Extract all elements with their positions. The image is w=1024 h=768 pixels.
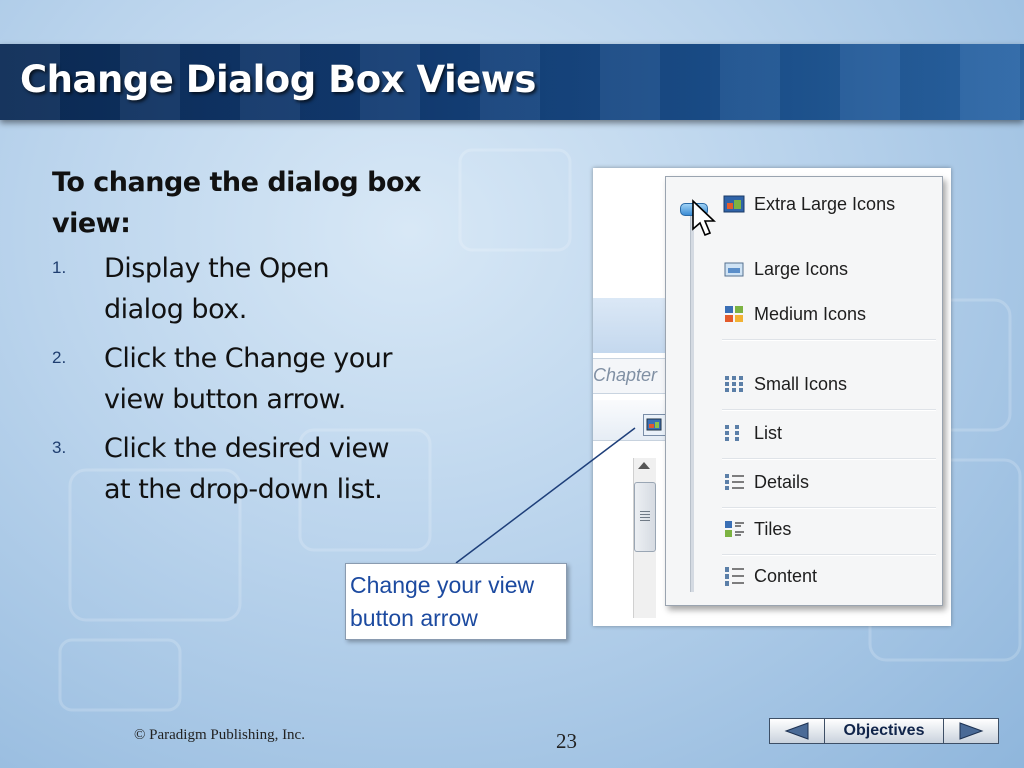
view-dropdown-menu: Extra Large Icons Large Icons Medium Ico… [665,176,943,606]
menu-item-tiles[interactable]: Tiles [722,514,791,544]
slide-title: Change Dialog Box Views [20,58,536,101]
menu-item-content[interactable]: Content [722,561,817,591]
change-view-icon [646,418,662,431]
copyright-text: © Paradigm Publishing, Inc. [134,727,305,743]
extra-large-icons-icon [722,193,746,215]
scroll-thumb[interactable] [634,482,656,552]
step-number: 3. [52,438,67,457]
next-slide-button[interactable] [943,718,999,744]
menu-separator [722,458,936,460]
step-number: 1. [52,258,67,277]
page-number: 23 [556,729,577,753]
list-view-icon [722,422,746,444]
step-text: Click the desired view at the drop-down … [104,433,390,505]
small-icons-icon [722,373,746,395]
callout-line-1: Change your view [350,572,535,598]
menu-item-label: Large Icons [754,258,849,279]
large-icons-icon [722,258,746,280]
callout-line-2: button arrow [350,605,478,631]
view-slider-track[interactable] [690,207,694,592]
menu-item-label: Small Icons [754,373,848,394]
dialog-screenshot: Chapter Extra Large Icons Large Icons Me… [593,168,951,626]
details-view-icon [722,471,746,493]
menu-item-large-icons[interactable]: Large Icons [722,254,848,284]
mouse-pointer-icon [692,199,716,237]
menu-item-label: Content [754,565,818,586]
menu-item-label: Medium Icons [754,303,867,324]
menu-item-label: List [754,422,783,443]
step-number: 2. [52,348,67,367]
step-text: Click the Change your view button arrow. [104,343,392,415]
menu-item-label: Details [754,471,810,492]
arrow-left-icon [784,722,809,740]
menu-item-list[interactable]: List [722,418,782,448]
instructions: To change the dialog box view: 1. Displa… [52,162,422,518]
step-text: Display the Open dialog box. [104,253,330,325]
menu-separator [722,507,936,509]
scroll-up-icon[interactable] [638,462,650,469]
dialog-header-strip [593,298,673,353]
previous-slide-button[interactable] [769,718,825,744]
change-view-button[interactable] [643,414,667,436]
content-view-icon [722,565,746,587]
address-text: Chapter [593,365,658,385]
menu-item-details[interactable]: Details [722,467,809,497]
menu-item-extra-large-icons[interactable]: Extra Large Icons [722,189,895,219]
menu-separator [722,409,936,411]
step-item: 1. Display the Open dialog box. [52,248,422,330]
instructions-intro: To change the dialog box view: [52,167,421,239]
step-item: 2. Click the Change your view button arr… [52,338,422,420]
steps-list: 1. Display the Open dialog box. 2. Click… [52,248,422,510]
menu-separator [722,554,936,556]
slide-navigation: Objectives [769,718,999,746]
step-item: 3. Click the desired view at the drop-do… [52,428,422,510]
tiles-view-icon [722,518,746,540]
menu-separator [722,339,936,341]
callout-box: Change your view button arrow [345,563,567,640]
title-bar: Change Dialog Box Views [0,44,1024,120]
objectives-button[interactable]: Objectives [825,718,943,744]
medium-icons-icon [722,303,746,325]
menu-item-medium-icons[interactable]: Medium Icons [722,299,866,329]
menu-item-label: Tiles [754,518,792,539]
menu-item-small-icons[interactable]: Small Icons [722,369,847,399]
menu-item-label: Extra Large Icons [754,193,896,214]
address-bar: Chapter [593,358,668,394]
arrow-right-icon [959,722,984,740]
